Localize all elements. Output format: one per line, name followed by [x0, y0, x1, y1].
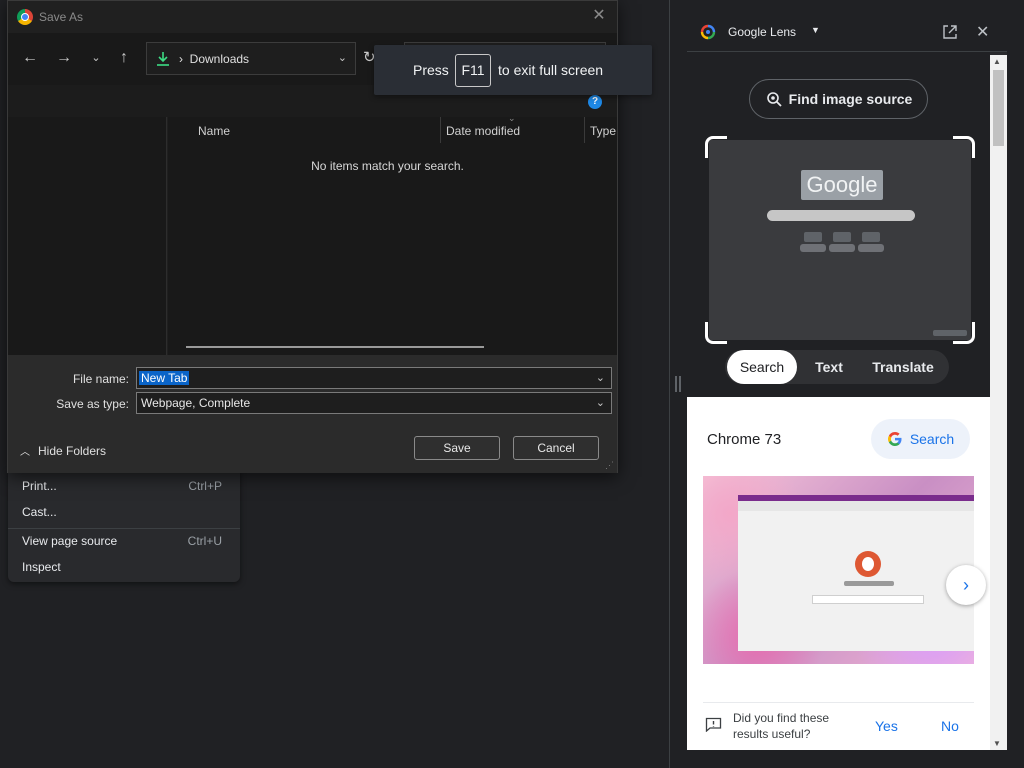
help-icon[interactable]: ? — [588, 95, 602, 109]
menu-item-inspect[interactable]: Inspect — [22, 556, 222, 578]
save-type-select[interactable]: Webpage, Complete ⌄ — [136, 392, 612, 414]
duckduckgo-logo-icon — [855, 551, 881, 577]
tab-text[interactable]: Text — [801, 350, 857, 384]
next-result-chevron-icon[interactable]: › — [946, 565, 986, 605]
selected-image-preview[interactable]: Google — [705, 136, 975, 344]
feedback-icon — [705, 717, 722, 732]
selection-handle-bottom-left[interactable] — [705, 322, 727, 344]
selection-handle-top-left[interactable] — [705, 136, 727, 158]
navigation-pane[interactable] — [8, 117, 167, 355]
google-lens-panel: Google Lens ▼ ✕ Find image source Google — [687, 13, 1007, 750]
result-image-toolbar — [738, 501, 974, 511]
menu-item-view-source[interactable]: View page source Ctrl+U — [22, 530, 222, 552]
empty-message: No items match your search. — [311, 159, 464, 173]
up-arrow-icon[interactable]: ↑ — [114, 48, 134, 68]
address-bar[interactable]: › Downloads ⌄ — [146, 42, 356, 75]
preview-shortcut-label — [800, 244, 826, 252]
preview-search-bar — [767, 210, 915, 221]
chrome-logo-icon — [17, 9, 33, 25]
forward-arrow-icon[interactable]: → — [54, 48, 74, 68]
tab-search[interactable]: Search — [727, 350, 797, 384]
chevron-down-icon[interactable]: ⌄ — [596, 396, 605, 409]
file-name-label: File name: — [72, 372, 129, 386]
download-icon — [157, 52, 169, 66]
image-search-icon — [766, 92, 782, 107]
preview-shortcut-tile — [804, 232, 822, 242]
result-image-browser-window — [738, 495, 974, 651]
toast-press-text: Press — [413, 62, 449, 78]
menu-item-print[interactable]: Print... Ctrl+P — [22, 475, 222, 497]
google-search-button[interactable]: Search — [871, 419, 970, 459]
horizontal-scrollbar[interactable] — [186, 346, 484, 348]
panel-divider — [669, 0, 670, 768]
hide-folders-toggle[interactable]: ︿ Hide Folders — [20, 443, 106, 459]
preview-shortcut-tile — [862, 232, 880, 242]
feedback-question: Did you find these results useful? — [733, 711, 830, 741]
lens-header: Google Lens ▼ ✕ — [687, 13, 1007, 52]
find-image-source-button[interactable]: Find image source — [749, 79, 928, 119]
column-header-date-modified[interactable]: Date modified — [446, 117, 520, 145]
column-header-name[interactable]: Name — [198, 117, 230, 145]
dialog-titlebar: Save As ✕ — [8, 1, 617, 33]
column-divider[interactable] — [584, 117, 585, 143]
feedback-yes-button[interactable]: Yes — [875, 718, 898, 734]
menu-divider — [8, 528, 240, 529]
chevron-down-icon[interactable]: ⌄ — [596, 371, 605, 384]
close-icon[interactable]: ✕ — [589, 6, 609, 26]
file-name-field[interactable]: New Tab ⌄ — [136, 367, 612, 389]
column-divider[interactable] — [440, 117, 441, 143]
save-type-label: Save as type: — [56, 397, 129, 411]
address-dropdown-icon[interactable]: ⌄ — [338, 51, 347, 64]
lens-scrollbar[interactable]: ▲ ▼ — [990, 55, 1007, 750]
column-header-type[interactable]: Type — [590, 117, 616, 145]
toast-key: F11 — [455, 54, 491, 87]
preview-shortcut-label — [858, 244, 884, 252]
result-image-wordmark — [844, 581, 894, 586]
chevron-up-icon: ︿ — [20, 447, 30, 458]
result-title: Chrome 73 — [707, 431, 782, 448]
recent-locations-chevron-icon[interactable]: ⌄ — [86, 48, 106, 68]
fullscreen-toast: Press F11 to exit full screen — [374, 45, 652, 95]
resize-grip-icon[interactable]: ⋰ — [605, 460, 614, 471]
scroll-down-icon[interactable]: ▼ — [993, 739, 1001, 748]
dialog-footer: File name: New Tab ⌄ Save as type: Webpa… — [8, 355, 617, 473]
google-g-icon — [887, 432, 902, 446]
breadcrumb[interactable]: › Downloads — [179, 52, 249, 66]
selection-handle-top-right[interactable] — [953, 136, 975, 158]
cancel-button[interactable]: Cancel — [513, 436, 599, 460]
file-list[interactable]: Name ⌄ Date modified Type No items match… — [168, 113, 617, 355]
preview-shortcut-label — [829, 244, 855, 252]
save-type-value: Webpage, Complete — [141, 396, 251, 410]
menu-item-cast[interactable]: Cast... — [22, 501, 222, 523]
result-image-search-box — [812, 595, 924, 604]
feedback-no-button[interactable]: No — [941, 718, 959, 734]
lens-results: Chrome 73 Search › Did you find these re… — [687, 397, 990, 750]
result-image[interactable] — [703, 476, 974, 664]
save-button[interactable]: Save — [414, 436, 500, 460]
lens-image-area: Find image source Google Search Text Tra… — [687, 52, 990, 397]
panel-title[interactable]: Google Lens — [728, 25, 796, 39]
google-lens-logo-icon — [700, 24, 716, 40]
open-in-new-tab-icon[interactable] — [941, 23, 959, 41]
close-panel-icon[interactable]: ✕ — [976, 22, 989, 42]
scrollbar-thumb[interactable] — [993, 70, 1004, 146]
dialog-title: Save As — [39, 10, 84, 24]
panel-dropdown-icon[interactable]: ▼ — [811, 25, 820, 35]
back-arrow-icon[interactable]: ← — [20, 48, 40, 68]
scroll-up-icon[interactable]: ▲ — [993, 57, 1001, 66]
preview-google-logo: Google — [801, 170, 883, 200]
file-name-value: New Tab — [139, 371, 190, 385]
preview-shortcut-tile — [833, 232, 851, 242]
toast-rest-text: to exit full screen — [498, 62, 604, 78]
selection-handle-bottom-right[interactable] — [953, 322, 975, 344]
feedback-divider — [703, 702, 974, 703]
side-panel-resize-handle[interactable] — [675, 376, 681, 392]
tab-translate[interactable]: Translate — [861, 350, 945, 384]
lens-mode-tabs: Search Text Translate — [725, 350, 949, 384]
chrome-menu: Print... Ctrl+P Cast... View page source… — [8, 470, 240, 582]
